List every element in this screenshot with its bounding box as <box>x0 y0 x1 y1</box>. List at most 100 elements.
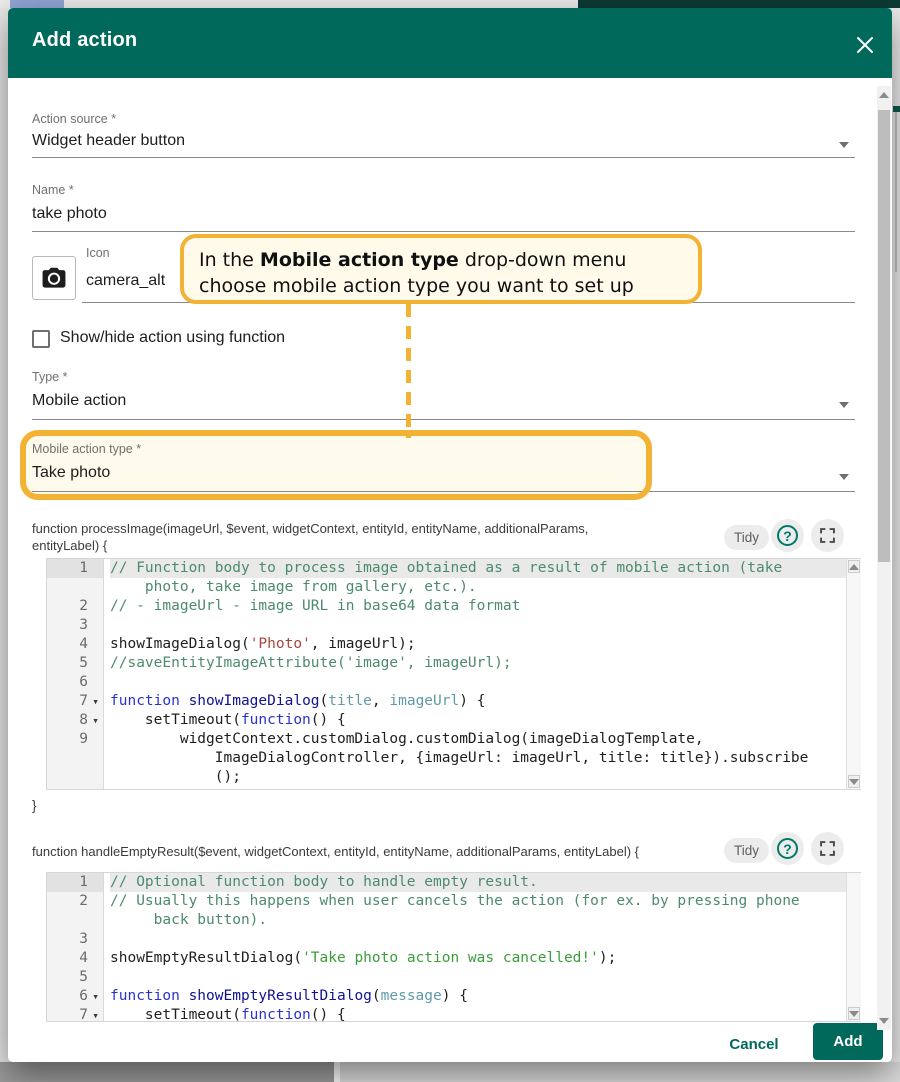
handle-empty-signature: function handleEmptyResult($event, widge… <box>32 843 722 860</box>
action-source-underline <box>32 157 855 158</box>
icon-picker-button[interactable] <box>32 256 76 300</box>
dropdown-arrow-icon[interactable] <box>839 142 849 148</box>
line-number: 1 <box>47 873 103 892</box>
scroll-down-icon[interactable] <box>848 1007 860 1020</box>
fullscreen-icon[interactable] <box>811 519 844 552</box>
annotation-text-rest: drop-down menu <box>459 249 627 271</box>
code-text: function showImageDialog(title, imageUrl… <box>110 692 860 711</box>
fold-arrow-icon[interactable]: ▾ <box>88 692 103 711</box>
code-line: 4 showEmptyResultDialog('Take photo actio… <box>47 949 860 968</box>
type-label: Type * <box>32 370 67 384</box>
fullscreen-icon[interactable] <box>811 832 844 865</box>
code-text: setTimeout(function() { <box>110 711 860 730</box>
dropdown-arrow-icon[interactable] <box>839 474 849 480</box>
help-icon[interactable]: ? <box>771 832 804 865</box>
code-text: // - imageUrl - image URL in base64 data… <box>110 597 860 616</box>
code-text: function showEmptyResultDialog(message) … <box>110 987 860 1006</box>
code-line: 2// - imageUrl - image URL in base64 dat… <box>47 597 860 616</box>
name-input[interactable]: take photo <box>32 205 107 223</box>
tidy-button[interactable]: Tidy <box>724 838 769 863</box>
line-number: 1 <box>47 559 103 597</box>
code-line: 1 // Optional function body to handle emp… <box>47 873 860 892</box>
scroll-down-icon[interactable] <box>848 775 860 788</box>
fold-spacer <box>88 635 103 654</box>
code-line: 6▾ function showEmptyResultDialog(message… <box>47 987 860 1006</box>
page-background: Add action Action source * Widget header… <box>0 0 900 1082</box>
show-hide-checkbox[interactable] <box>32 330 50 348</box>
code-text: // Optional function body to handle empt… <box>110 873 860 892</box>
scroll-up-icon[interactable] <box>848 560 860 573</box>
line-number: 7▾ <box>47 692 103 711</box>
fold-spacer <box>88 892 103 930</box>
action-source-label: Action source * <box>32 112 116 126</box>
fold-spacer <box>88 673 103 692</box>
code-text <box>110 616 860 635</box>
fold-spacer <box>88 597 103 616</box>
page-top-strip-blue <box>10 0 64 8</box>
signature-line1: function processImage(imageUrl, $event, … <box>32 521 588 536</box>
line-number: 10 <box>47 787 103 790</box>
fold-arrow-icon[interactable]: ▾ <box>88 1006 103 1022</box>
annotation-dashed-line <box>406 304 411 438</box>
code-text: //saveEntityImageAttribute('image', imag… <box>110 654 860 673</box>
process-image-signature: function processImage(imageUrl, $event, … <box>32 520 722 554</box>
annotation-highlight-bg <box>20 430 652 500</box>
fold-spacer <box>88 787 103 790</box>
annotation-bold-text: Mobile action type <box>260 249 459 271</box>
page-edge-line <box>895 112 897 272</box>
page-bottom-divider <box>334 1062 340 1082</box>
code-text: ImageDialogController, {imageUrl: imageU… <box>110 749 860 768</box>
line-number: 3 <box>47 616 103 635</box>
code-line: 5//saveEntityImageAttribute('image', ima… <box>47 654 860 673</box>
mobile-action-type-underline <box>32 491 855 492</box>
process-image-code-editor[interactable]: 1 // Function body to process image obtai… <box>46 558 861 790</box>
code-text <box>110 968 860 987</box>
line-number: 6 <box>47 673 103 692</box>
closing-brace: } <box>32 798 37 813</box>
add-button[interactable]: Add <box>813 1023 883 1060</box>
scroll-up-icon[interactable] <box>879 92 889 98</box>
fold-arrow-icon[interactable]: ▾ <box>88 987 103 1006</box>
code-text: showEmptyResultDialog('Take photo action… <box>110 949 860 968</box>
code-line: 2 // Usually this happens when user cance… <box>47 892 860 930</box>
fold-spacer <box>88 559 103 597</box>
code-line: 9 widgetContext.customDialog.customDialo… <box>47 730 860 787</box>
type-value[interactable]: Mobile action <box>32 392 126 410</box>
fold-spacer <box>88 968 103 987</box>
code-text: (); <box>110 768 860 787</box>
code-text: back button). <box>110 911 860 930</box>
fold-spacer <box>88 730 103 787</box>
close-icon[interactable] <box>852 32 878 58</box>
editor-scrollbar[interactable] <box>846 873 861 1021</box>
fold-spacer <box>88 930 103 949</box>
action-source-value[interactable]: Widget header button <box>32 132 185 150</box>
code-text: showImageDialog('Photo', imageUrl); <box>110 635 860 654</box>
handle-empty-code-editor[interactable]: 1 // Optional function body to handle emp… <box>46 872 861 1022</box>
code-text: // Function body to process image obtain… <box>110 559 860 578</box>
tidy-button[interactable]: Tidy <box>724 525 769 550</box>
dialog-scrollbar[interactable] <box>877 86 891 1030</box>
help-icon[interactable]: ? <box>771 519 804 552</box>
code-text: // Usually this happens when user cancel… <box>110 892 860 911</box>
line-number: 2 <box>47 892 103 930</box>
fold-arrow-icon[interactable]: ▾ <box>88 711 103 730</box>
line-number: 4 <box>47 949 103 968</box>
annotation-text: In the <box>199 249 260 271</box>
code-line: 3 <box>47 930 860 949</box>
scrollbar-thumb[interactable] <box>878 110 890 562</box>
code-line: 7▾ function showImageDialog(title, imageU… <box>47 692 860 711</box>
mobile-action-type-value[interactable]: Take photo <box>32 464 110 482</box>
editor-scrollbar[interactable] <box>846 559 861 789</box>
line-number: 4 <box>47 635 103 654</box>
dropdown-arrow-icon[interactable] <box>839 402 849 408</box>
line-number: 6▾ <box>47 987 103 1006</box>
camera-icon <box>40 264 68 292</box>
annotation-text-line2: choose mobile action type you want to se… <box>199 275 634 297</box>
icon-value[interactable]: camera_alt <box>86 272 165 290</box>
code-text: }, 100); <box>110 787 860 790</box>
scroll-down-icon[interactable] <box>879 1018 889 1024</box>
line-number: 9 <box>47 730 103 787</box>
line-number: 3 <box>47 930 103 949</box>
cancel-button[interactable]: Cancel <box>722 1034 786 1056</box>
code-line: 7▾ setTimeout(function() { <box>47 1006 860 1022</box>
